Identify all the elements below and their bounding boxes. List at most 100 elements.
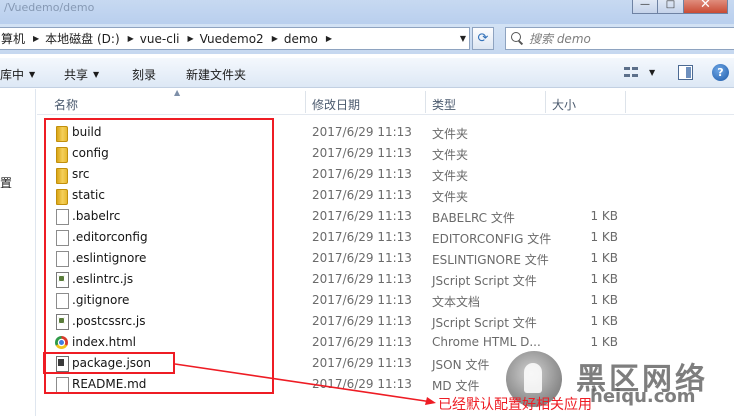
help-icon[interactable]: ? xyxy=(712,64,729,81)
column-divider[interactable] xyxy=(545,91,546,113)
new-folder-button[interactable]: 新建文件夹 xyxy=(186,66,246,83)
chevron-right-icon[interactable]: ▶ xyxy=(33,34,39,43)
address-bar[interactable]: 算机 ▶ 本地磁盘 (D:) ▶ vue-cli ▶ Vuedemo2 ▶ demo ▶ … xyxy=(0,27,470,50)
column-header-date[interactable]: 修改日期 xyxy=(312,96,360,113)
file-row-config[interactable]: config 2017/6/29 11:13 文件夹 xyxy=(37,143,734,164)
sort-ascending-icon: ▲ xyxy=(174,88,181,97)
file-date: 2017/6/29 11:13 xyxy=(312,230,412,244)
title-bar: /Vuedemo/demo — □ ✕ xyxy=(0,0,734,24)
breadcrumb-label: 算机 xyxy=(1,32,26,46)
json-file-icon xyxy=(54,356,69,372)
include-in-library-button[interactable]: 库中 ▼ xyxy=(0,66,35,83)
file-row-readme[interactable]: README.md 2017/6/29 11:13 MD 文件 xyxy=(37,374,734,395)
file-date: 2017/6/29 11:13 xyxy=(312,251,412,265)
file-name: README.md xyxy=(72,377,147,391)
file-type: 文件夹 xyxy=(432,169,469,183)
file-size: 1 KB xyxy=(590,314,618,328)
file-row-eslintignore[interactable]: .eslintignore 2017/6/29 11:13 ESLINTIGNO… xyxy=(37,248,734,269)
file-type: Chrome HTML D... xyxy=(432,335,541,349)
file-row-eslintrc[interactable]: .eslintrc.js 2017/6/29 11:13 JScript Scr… xyxy=(37,269,734,290)
file-type: EDITORCONFIG 文件 xyxy=(432,232,552,246)
chevron-right-icon[interactable]: ▶ xyxy=(128,34,134,43)
file-date: 2017/6/29 11:13 xyxy=(312,377,412,391)
search-placeholder: 搜索 demo xyxy=(529,32,591,46)
column-header-name[interactable]: 名称 xyxy=(54,96,78,113)
file-icon xyxy=(54,293,69,309)
file-row-src[interactable]: src 2017/6/29 11:13 文件夹 xyxy=(37,164,734,185)
column-divider[interactable] xyxy=(425,91,426,113)
folder-icon xyxy=(54,125,68,142)
navigation-pane[interactable]: 置 xyxy=(0,89,36,416)
file-date: 2017/6/29 11:13 xyxy=(312,188,412,202)
column-header-size[interactable]: 大小 xyxy=(552,96,576,113)
command-bar: 库中 ▼ 共享 ▼ 刻录 新建文件夹 ▼ ? xyxy=(0,58,734,88)
window-controls: — □ ✕ xyxy=(632,0,728,14)
breadcrumb-computer[interactable]: 算机 ▶ xyxy=(0,30,43,47)
file-date: 2017/6/29 11:13 xyxy=(312,146,412,160)
minimize-button[interactable]: — xyxy=(632,0,658,14)
annotation-text: 已经默认配置好相关应用 xyxy=(438,397,592,413)
file-icon xyxy=(54,251,69,267)
file-type: 文件夹 xyxy=(432,127,469,141)
file-icon xyxy=(54,209,69,225)
jscript-file-icon xyxy=(54,314,69,330)
file-icon xyxy=(54,230,69,246)
maximize-button[interactable]: □ xyxy=(658,0,684,14)
file-date: 2017/6/29 11:13 xyxy=(312,167,412,181)
chevron-right-icon[interactable]: ▶ xyxy=(187,34,193,43)
jscript-file-icon xyxy=(54,272,69,288)
file-size: 1 KB xyxy=(590,209,618,223)
burn-button[interactable]: 刻录 xyxy=(132,66,156,83)
file-size: 1 KB xyxy=(590,293,618,307)
file-size: 1 KB xyxy=(590,272,618,286)
file-type: MD 文件 xyxy=(432,379,480,393)
file-date: 2017/6/29 11:13 xyxy=(312,125,412,139)
window-title: /Vuedemo/demo xyxy=(4,1,95,14)
column-header-row: ▲ 名称 修改日期 类型 大小 xyxy=(37,88,734,115)
change-view-icon[interactable] xyxy=(624,67,638,79)
refresh-button[interactable]: ⟳ xyxy=(472,27,494,50)
breadcrumb-vuedemo2[interactable]: Vuedemo2 ▶ xyxy=(198,32,282,46)
column-divider[interactable] xyxy=(625,91,626,113)
button-label: 共享 xyxy=(64,68,89,82)
breadcrumb-local-disk[interactable]: 本地磁盘 (D:) ▶ xyxy=(43,30,138,47)
file-type: 文本文档 xyxy=(432,295,481,309)
breadcrumb-demo[interactable]: demo ▶ xyxy=(282,32,336,46)
file-name: build xyxy=(72,125,102,139)
file-name: .eslintignore xyxy=(72,251,147,265)
file-row-package-json[interactable]: package.json 2017/6/29 11:13 JSON 文件 xyxy=(37,353,734,374)
folder-icon xyxy=(54,167,68,184)
breadcrumb-vue-cli[interactable]: vue-cli ▶ xyxy=(138,32,198,46)
file-size: 1 KB xyxy=(590,251,618,265)
address-dropdown-icon[interactable]: ▼ xyxy=(460,34,466,43)
file-row-index-html[interactable]: index.html 2017/6/29 11:13 Chrome HTML D… xyxy=(37,332,734,353)
file-row-editorconfig[interactable]: .editorconfig 2017/6/29 11:13 EDITORCONF… xyxy=(37,227,734,248)
search-input[interactable]: 搜索 demo xyxy=(505,27,734,50)
chevron-right-icon[interactable]: ▶ xyxy=(326,34,332,43)
file-size: 1 KB xyxy=(590,335,618,349)
button-label: 库中 xyxy=(0,68,25,82)
file-type: 文件夹 xyxy=(432,148,469,162)
file-type: JScript Script 文件 xyxy=(432,316,537,330)
file-name: .babelrc xyxy=(72,209,121,223)
column-divider[interactable] xyxy=(305,91,306,113)
file-date: 2017/6/29 11:13 xyxy=(312,314,412,328)
file-name: static xyxy=(72,188,105,202)
file-row-postcssrc[interactable]: .postcssrc.js 2017/6/29 11:13 JScript Sc… xyxy=(37,311,734,332)
column-header-type[interactable]: 类型 xyxy=(432,96,456,113)
file-row-gitignore[interactable]: .gitignore 2017/6/29 11:13 文本文档 1 KB xyxy=(37,290,734,311)
file-row-build[interactable]: build 2017/6/29 11:13 文件夹 xyxy=(37,122,734,143)
file-name: .editorconfig xyxy=(72,230,148,244)
close-button[interactable]: ✕ xyxy=(684,0,728,14)
file-row-static[interactable]: static 2017/6/29 11:13 文件夹 xyxy=(37,185,734,206)
share-button[interactable]: 共享 ▼ xyxy=(64,66,99,83)
file-row-babelrc[interactable]: .babelrc 2017/6/29 11:13 BABELRC 文件 1 KB xyxy=(37,206,734,227)
preview-pane-icon[interactable] xyxy=(678,65,693,80)
view-dropdown-icon[interactable]: ▼ xyxy=(649,68,655,77)
nav-item-fragment[interactable]: 置 xyxy=(0,174,12,191)
file-list: build 2017/6/29 11:13 文件夹 config 2017/6/… xyxy=(37,122,734,395)
breadcrumb-label: 本地磁盘 (D:) xyxy=(45,32,120,46)
file-type: BABELRC 文件 xyxy=(432,211,515,225)
chevron-right-icon[interactable]: ▶ xyxy=(272,34,278,43)
file-icon xyxy=(54,377,69,393)
